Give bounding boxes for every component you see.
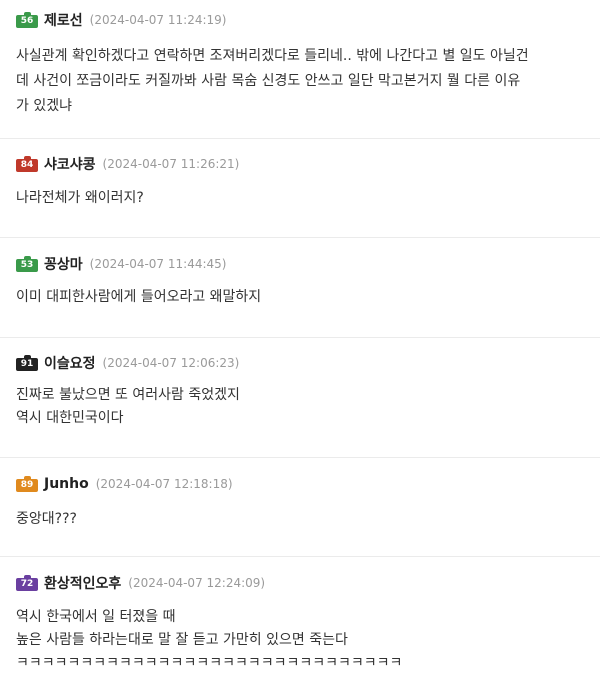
comment-username[interactable]: 꽁상마 <box>44 254 83 274</box>
comment-timestamp: (2024-04-07 11:44:45) <box>89 257 227 271</box>
comment-header: 91 이슬요정 (2024-04-07 12:06:23) <box>16 352 239 374</box>
comment-text: 진짜로 불났으면 또 여러사람 죽었겠지 역시 대한민국이다 <box>16 387 240 426</box>
comment-username[interactable]: 제로선 <box>44 10 83 30</box>
comment-timestamp: (2024-04-07 12:06:23) <box>102 356 240 370</box>
level-number: 84 <box>16 159 38 172</box>
comment-header: 53 꽁상마 (2024-04-07 11:44:45) <box>16 253 226 275</box>
level-badge-icon: 53 <box>16 256 38 272</box>
comment-divider <box>0 138 600 139</box>
level-number: 89 <box>16 479 38 492</box>
comment-text: 사실관계 확인하겠다고 연락하면 조져버리겠다로 들리네.. 밖에 나간다고 별… <box>16 48 529 114</box>
level-badge-icon: 84 <box>16 156 38 172</box>
comment-timestamp: (2024-04-07 12:24:09) <box>128 576 266 590</box>
comment-item: 56 제로선 (2024-04-07 11:24:19) 사실관계 확인하겠다고… <box>0 9 600 134</box>
level-number: 72 <box>16 578 38 591</box>
level-number: 56 <box>16 15 38 28</box>
comment-item: 89 Junho (2024-04-07 12:18:18) 중앙대??? <box>0 473 600 553</box>
comment-timestamp: (2024-04-07 11:26:21) <box>102 157 240 171</box>
comment-divider <box>0 556 600 557</box>
level-badge-icon: 56 <box>16 12 38 28</box>
comment-username[interactable]: 환상적인오후 <box>44 573 121 593</box>
comment-timestamp: (2024-04-07 11:24:19) <box>89 13 227 27</box>
comment-timestamp: (2024-04-07 12:18:18) <box>95 477 233 491</box>
level-number: 91 <box>16 358 38 371</box>
comment-text: 이미 대피한사람에게 들어오라고 왜말하지 <box>16 289 262 305</box>
comment-header: 72 환상적인오후 (2024-04-07 12:24:09) <box>16 572 265 594</box>
level-badge-icon: 72 <box>16 575 38 591</box>
comment-text: 나라전체가 왜이러지? <box>16 190 144 206</box>
comment-header: 89 Junho (2024-04-07 12:18:18) <box>16 473 233 495</box>
comment-username[interactable]: 이슬요정 <box>44 353 96 373</box>
comment-header: 56 제로선 (2024-04-07 11:24:19) <box>16 9 226 31</box>
comment-item: 84 샤코샤콩 (2024-04-07 11:26:21) 나라전체가 왜이러지… <box>0 153 600 233</box>
comment-header: 84 샤코샤콩 (2024-04-07 11:26:21) <box>16 153 239 175</box>
comment-item: 91 이슬요정 (2024-04-07 12:06:23) 진짜로 불났으면 또… <box>0 352 600 452</box>
level-number: 53 <box>16 259 38 272</box>
comment-item: 53 꽁상마 (2024-04-07 11:44:45) 이미 대피한사람에게 … <box>0 253 600 333</box>
comment-divider <box>0 237 600 238</box>
comment-divider <box>0 337 600 338</box>
level-badge-icon: 91 <box>16 355 38 371</box>
comment-username[interactable]: Junho <box>44 476 89 492</box>
comment-username[interactable]: 샤코샤콩 <box>44 154 96 174</box>
level-badge-icon: 89 <box>16 476 38 492</box>
comment-text: 역시 한국에서 일 터졌을 때 높은 사람들 하라는대로 말 잘 듣고 가만히 … <box>16 609 403 671</box>
comment-text: 중앙대??? <box>16 511 77 527</box>
comment-item: 72 환상적인오후 (2024-04-07 12:24:09) 역시 한국에서 … <box>0 572 600 679</box>
comment-divider <box>0 457 600 458</box>
